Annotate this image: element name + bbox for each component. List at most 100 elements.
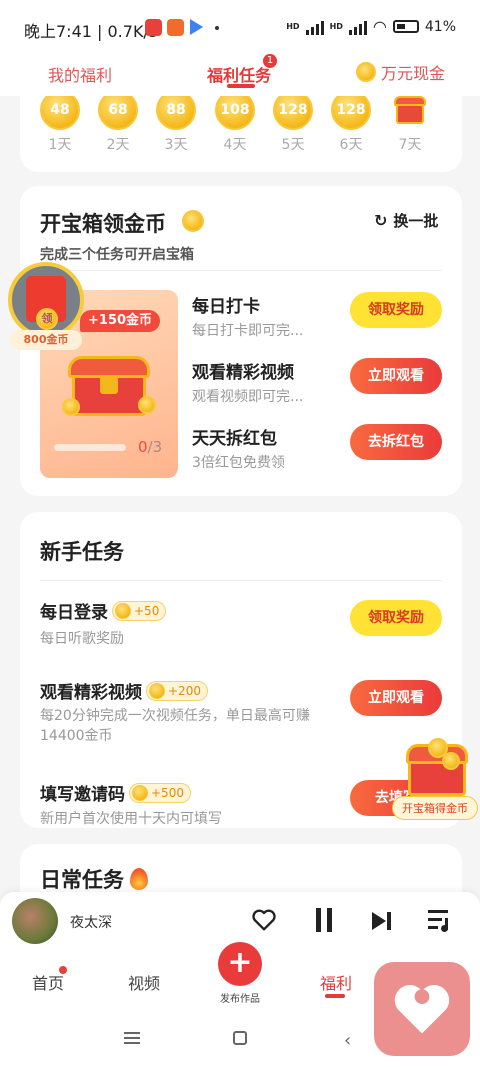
tab-cash-front[interactable]: 万元现金 [356, 60, 445, 84]
nav-publish-label: 发布作品 [220, 994, 260, 1005]
task-desc: 3倍红包免费领 [192, 455, 285, 471]
claim-reward-button[interactable]: 领取奖励 [350, 292, 442, 328]
day-coin-icon: 88 [156, 90, 196, 130]
refresh-icon: ↻ [374, 211, 388, 230]
gift-chest-icon [390, 90, 430, 130]
claim-reward-button[interactable]: 领取奖励 [350, 600, 442, 636]
task-title: 观看精彩视频 [40, 683, 142, 703]
tab-my-welfare-front[interactable]: 我的福利 [48, 62, 112, 86]
treasure-title: 开宝箱领金币 [40, 212, 166, 236]
signal-icon-1 [305, 19, 324, 35]
nav-home[interactable]: 首页 [32, 970, 64, 994]
reward-value: +200 [168, 683, 201, 698]
checkin-day[interactable]: 128 6天 [331, 90, 371, 154]
progress-track [54, 444, 126, 451]
dot-icon [215, 26, 219, 30]
battery-icon [392, 20, 419, 33]
tab-cash-label: 万元现金 [381, 64, 446, 83]
song-title[interactable]: 夜太深 [70, 912, 112, 932]
progress-total: /3 [147, 438, 163, 456]
checkin-day[interactable]: 7天 [390, 90, 430, 154]
app-icon-1 [145, 19, 162, 36]
task-title: 观看精彩视频 [192, 363, 294, 383]
like-icon[interactable] [250, 906, 278, 934]
redpacket-amount: 800金币 [10, 330, 82, 350]
nav-video[interactable]: 视频 [128, 970, 160, 994]
battery-percent: 41% [424, 18, 456, 35]
task-title: 每日打卡 [192, 297, 260, 317]
progress-value: 0 [138, 438, 148, 456]
newbie-title: 新手任务 [40, 540, 124, 564]
newbie-task-row: 填写邀请码 +500 新用户首次使用十天内可填写 去填写 [40, 780, 442, 828]
signal-icon-2 [348, 19, 367, 35]
coin-icon [132, 784, 148, 801]
task-desc: 每日听歌奖励 [40, 631, 124, 647]
refresh-button[interactable]: ↻ 换一批 [374, 210, 438, 231]
day-coin-icon: 108 [215, 90, 255, 130]
pause-icon[interactable] [314, 908, 334, 932]
open-redpacket-button[interactable]: 去拆红包 [350, 424, 442, 460]
publish-button[interactable]: + [218, 942, 262, 986]
redpacket-label: 领 [36, 308, 58, 330]
reward-badge: +500 [129, 782, 191, 803]
treasure-task-row: 观看精彩视频 观看视频即可完... 立即观看 [192, 356, 452, 412]
treasure-chest-icon [62, 348, 156, 418]
playlist-icon[interactable] [428, 910, 452, 932]
tab-notification-badge: 1 [263, 54, 277, 68]
status-right: HD HD ◠ 41% [286, 17, 456, 36]
task-title: 填写邀请码 [40, 785, 125, 805]
day-coin-icon: 68 [98, 90, 138, 130]
coin-icon [182, 210, 204, 232]
day-label: 1天 [48, 137, 72, 153]
divider [40, 580, 442, 581]
nav-welfare[interactable]: 福利 [320, 970, 352, 994]
day-coin-icon: 48 [40, 90, 80, 130]
day-label: 5天 [281, 137, 305, 153]
tab-welfare-tasks-front[interactable]: 福利任务 [207, 62, 271, 86]
floating-redpacket[interactable]: 领 800金币 [6, 262, 86, 352]
checkin-day[interactable]: 128 5天 [273, 90, 313, 154]
checkin-day[interactable]: 108 4天 [215, 90, 255, 154]
task-desc: 每日打卡即可完... [192, 323, 304, 339]
tabs-layer: 我的福利 福利任务 万元现金 1 [0, 54, 480, 96]
task-heading: 填写邀请码 +500 [40, 780, 191, 805]
fire-icon [130, 868, 148, 890]
hd-label-2: HD [329, 22, 343, 31]
reward-value: +500 [151, 785, 184, 800]
hd-label-1: HD [286, 22, 300, 31]
back-icon[interactable]: ‹ [344, 1030, 351, 1051]
home-icon[interactable] [233, 1031, 247, 1045]
app-icon-2 [167, 19, 184, 36]
reward-badge: +200 [146, 680, 208, 701]
checkin-day[interactable]: 88 3天 [156, 90, 196, 154]
refresh-label: 换一批 [393, 212, 439, 230]
watch-now-button[interactable]: 立即观看 [350, 680, 442, 716]
treasure-card: 开宝箱领金币 ↻ 换一批 完成三个任务可开启宝箱 +150金币 0/3 每日打卡… [20, 186, 462, 496]
day-coin-icon: 128 [331, 90, 371, 130]
watch-now-button[interactable]: 立即观看 [350, 358, 442, 394]
cash-coin-icon [356, 62, 376, 82]
task-title: 天天拆红包 [192, 429, 277, 449]
checkin-day[interactable]: 68 2天 [98, 90, 138, 154]
coin-icon [115, 602, 131, 619]
floating-heart-app[interactable] [374, 962, 470, 1056]
divider [40, 270, 442, 271]
menu-icon[interactable] [124, 1032, 140, 1044]
album-cover[interactable] [12, 898, 58, 944]
next-icon[interactable] [372, 910, 394, 932]
status-bar: 晚上7:41 | 0.7K/s HD HD ◠ 41% [0, 0, 480, 56]
newbie-task-row: 每日登录 +50 每日听歌奖励 领取奖励 [40, 598, 442, 658]
nav-home-dot [59, 966, 67, 974]
floating-chest[interactable]: 开宝箱得金币 [390, 732, 480, 824]
day-label: 2天 [106, 137, 130, 153]
task-heading: 观看精彩视频 +200 [40, 678, 208, 703]
day-coin-icon: 128 [273, 90, 313, 130]
checkin-days: 48 1天 68 2天 88 3天 108 4天 128 5天 128 6天 7… [38, 90, 448, 160]
wifi-icon: ◠ [372, 17, 387, 36]
checkin-day[interactable]: 48 1天 [40, 90, 80, 154]
chest-label: 开宝箱得金币 [392, 796, 478, 820]
day-label: 7天 [398, 137, 422, 153]
newbie-task-row: 观看精彩视频 +200 每20分钟完成一次视频任务，单日最高可赚14400金币 … [40, 678, 442, 758]
task-title: 每日登录 [40, 603, 108, 623]
progress-count: 0/3 [138, 438, 162, 456]
